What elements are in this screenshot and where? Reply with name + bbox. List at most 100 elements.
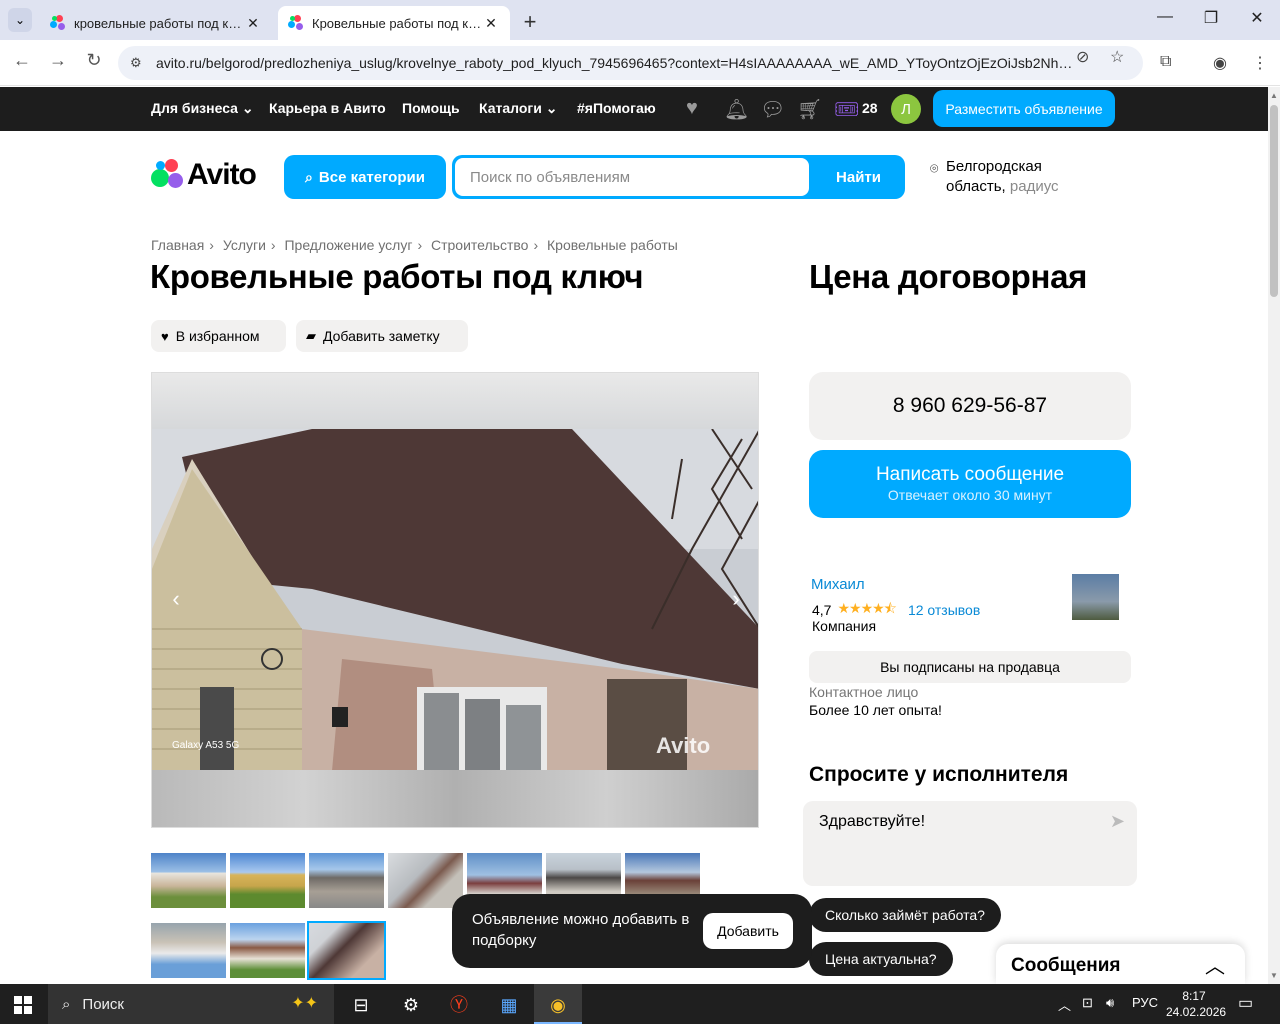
seller-avatar[interactable] xyxy=(1072,574,1119,620)
breadcrumb-item[interactable]: Услуги xyxy=(223,237,266,253)
quick-question-chip[interactable]: Сколько займёт работа? xyxy=(809,898,1001,932)
browser-toolbar: ← → ↻ ⚙ avito.ru/belgorod/predlozheniya_… xyxy=(0,40,1280,86)
chrome-icon[interactable]: ◉ xyxy=(545,992,571,1018)
favorites-heart-icon[interactable]: ♥ xyxy=(686,97,698,120)
close-tab-icon[interactable]: ✕ xyxy=(482,15,500,32)
extensions-icon[interactable]: ⧉ xyxy=(1160,53,1171,71)
breadcrumb: Главная › Услуги › Предложение услуг › Стро… xyxy=(151,237,678,253)
messages-chat-icon[interactable]: 💬︎ xyxy=(760,97,785,122)
close-tab-icon[interactable]: ✕ xyxy=(244,15,262,32)
tab-search-button[interactable]: ⌄ xyxy=(8,8,32,32)
add-note-button[interactable]: ▰ Добавить заметку xyxy=(296,320,468,352)
restore-icon[interactable]: ❐ xyxy=(1196,8,1226,28)
thumbnail[interactable] xyxy=(151,853,226,908)
back-icon[interactable]: ← xyxy=(10,50,34,71)
search-button[interactable]: Найти xyxy=(812,155,905,199)
bookmark-star-icon[interactable]: ☆ xyxy=(1110,47,1124,67)
avito-logo-icon xyxy=(151,159,183,191)
page-scrollbar[interactable]: ▲ ▼ xyxy=(1268,87,1280,984)
minimize-icon[interactable]: — xyxy=(1150,8,1180,26)
price: Цена договорная xyxy=(809,258,1088,295)
avito-logo[interactable]: Avito xyxy=(151,158,257,192)
messages-panel[interactable]: Сообщения ︿ xyxy=(996,944,1245,984)
subscribed-button[interactable]: Вы подписаны на продавца xyxy=(809,651,1131,683)
app-grid-icon[interactable]: ▦ xyxy=(496,992,522,1018)
thumbnail[interactable] xyxy=(230,923,305,978)
post-ad-button[interactable]: Разместить объявление xyxy=(933,90,1115,127)
thumbnail[interactable] xyxy=(309,853,384,908)
breadcrumb-item[interactable]: Предложение услуг xyxy=(284,237,412,253)
network-icon[interactable]: ⊡ xyxy=(1082,995,1093,1011)
search-input[interactable] xyxy=(455,158,809,196)
toast-add-button[interactable]: Добавить xyxy=(703,913,793,949)
yandex-browser-icon[interactable]: Ⓨ xyxy=(446,992,472,1018)
windows-start-icon[interactable] xyxy=(14,996,32,1014)
reviews-link[interactable]: 12 отзывов xyxy=(908,602,980,618)
phone-button[interactable]: 8 960 629-56-87 xyxy=(809,372,1131,440)
thumbnail[interactable] xyxy=(151,923,226,978)
address-bar[interactable]: ⚙ avito.ru/belgorod/predlozheniya_uslug/… xyxy=(118,46,1143,80)
forward-icon[interactable]: → xyxy=(46,50,70,71)
profile-icon[interactable]: ◉ xyxy=(1213,53,1227,73)
taskbar-search[interactable]: ⌕ Поиск ✦✦ xyxy=(48,984,334,1024)
location-pin-icon: ⌾ xyxy=(930,160,939,176)
ask-message-text: Здравствуйте! xyxy=(819,813,926,830)
photo-gallery[interactable]: Galaxy A53 5G Avito ‹ › xyxy=(151,372,759,828)
clock[interactable]: 8:17 24.02.2026 xyxy=(1166,988,1226,1020)
next-photo-icon[interactable]: › xyxy=(724,586,748,612)
thumbnail[interactable] xyxy=(230,853,305,908)
nav-career[interactable]: Карьера в Авито xyxy=(269,100,386,116)
breadcrumb-item[interactable]: Кровельные работы xyxy=(547,237,678,253)
settings-gear-icon[interactable]: ⚙ xyxy=(398,992,424,1018)
avatar[interactable]: Л xyxy=(891,94,921,124)
new-tab-button[interactable]: + xyxy=(518,9,542,35)
thumbnail[interactable] xyxy=(388,853,463,908)
scroll-down-icon[interactable]: ▼ xyxy=(1270,971,1278,980)
nav-catalogs[interactable]: Каталоги ⌄ xyxy=(479,100,557,117)
cart-icon[interactable]: 🛒︎ xyxy=(797,97,822,122)
browser-tab-active[interactable]: Кровельные работы под ключ ✕ xyxy=(278,6,510,40)
volume-icon[interactable]: 🔊︎ xyxy=(1106,995,1114,1011)
scrollbar-thumb[interactable] xyxy=(1270,105,1278,297)
more-menu-icon[interactable]: ⋮ xyxy=(1252,53,1268,73)
ask-message-field[interactable]: Здравствуйте! ➤ xyxy=(803,801,1137,886)
tab-title: кровельные работы под ключ xyxy=(74,15,244,31)
breadcrumb-item[interactable]: Строительство xyxy=(431,237,528,253)
nav-help[interactable]: Помощь xyxy=(402,100,460,116)
send-icon[interactable]: ➤ xyxy=(1110,811,1125,832)
region-selector[interactable]: ⌾ Белгородская область, радиус xyxy=(930,157,1090,197)
heart-icon: ♥ xyxy=(161,328,169,344)
avito-favicon-icon xyxy=(288,15,304,31)
browser-tab[interactable]: кровельные работы под ключ ✕ xyxy=(40,6,272,40)
browser-tab-strip: ⌄ кровельные работы под ключ ✕ Кровельны… xyxy=(0,0,1280,40)
search-bar: Найти xyxy=(452,155,905,199)
chevron-up-icon[interactable]: ︿ xyxy=(1205,950,1225,979)
nav-ihelp[interactable]: #яПомогаю xyxy=(577,100,656,116)
windows-taskbar: ⌕ Поиск ✦✦ ⊟ ⚙ Ⓨ ▦ ◉ ︿ ⊡ 🔊︎ РУС 8:17 24.… xyxy=(0,984,1280,1024)
notifications-bell-icon[interactable]: 🔔︎ xyxy=(724,97,749,122)
reload-icon[interactable]: ↻ xyxy=(82,50,106,71)
prev-photo-icon[interactable]: ‹ xyxy=(164,586,188,612)
task-view-icon[interactable]: ⊟ xyxy=(348,992,374,1018)
photo-caption: Galaxy A53 5G xyxy=(172,740,240,751)
close-window-icon[interactable]: ✕ xyxy=(1242,8,1272,28)
bonus-ticket-icon[interactable]: 🎟︎ xyxy=(834,97,859,122)
thumbnail-selected[interactable] xyxy=(307,921,386,980)
favorite-button[interactable]: ♥ В избранном xyxy=(151,320,286,352)
breadcrumb-item[interactable]: Главная xyxy=(151,237,204,253)
nav-business[interactable]: Для бизнеса ⌄ xyxy=(151,100,254,117)
scroll-up-icon[interactable]: ▲ xyxy=(1270,91,1278,100)
radius-link[interactable]: радиус xyxy=(1010,178,1059,195)
avito-watermark: Avito xyxy=(656,733,711,758)
write-message-button[interactable]: Написать сообщение Отвечает около 30 мин… xyxy=(809,450,1131,518)
notifications-icon[interactable]: ▭ xyxy=(1238,993,1253,1013)
copilot-sparkle-icon: ✦✦ xyxy=(291,995,318,1012)
language-indicator[interactable]: РУС xyxy=(1132,995,1158,1010)
tray-expand-icon[interactable]: ︿ xyxy=(1058,995,1071,1014)
add-to-collection-toast: Объявление можно добавить в подборку Доб… xyxy=(452,894,812,968)
location-blocked-icon[interactable]: ⊘ xyxy=(1076,47,1089,67)
all-categories-button[interactable]: ⌕ Все категории xyxy=(284,155,446,199)
seller-name-link[interactable]: Михаил xyxy=(811,576,865,593)
quick-question-chip[interactable]: Цена актуальна? xyxy=(809,942,953,976)
site-settings-icon[interactable]: ⚙ xyxy=(130,55,150,71)
